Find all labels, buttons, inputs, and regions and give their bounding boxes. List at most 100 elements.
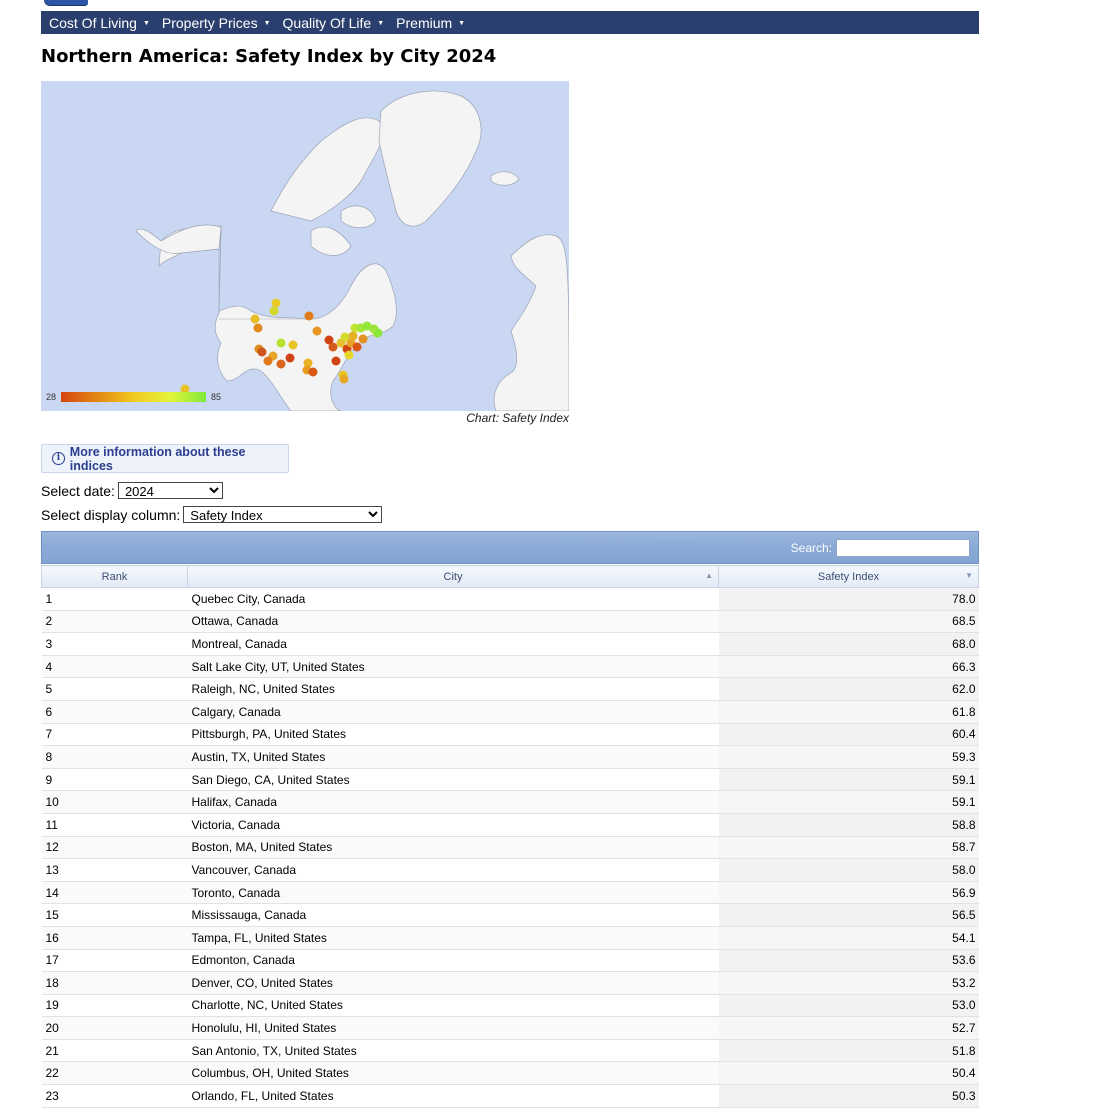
column-select-label: Select display column: xyxy=(41,506,181,523)
table-row: 2 Ottawa, Canada 68.5 xyxy=(41,610,979,634)
iceland-land xyxy=(490,171,520,186)
rank-cell: 9 xyxy=(41,768,188,792)
table-row: 11 Victoria, Canada 58.8 xyxy=(41,813,979,837)
map-legend: 28 85 xyxy=(46,392,221,402)
table-row: 4 Salt Lake City, UT, United States 66.3 xyxy=(41,655,979,679)
page-title: Northern America: Safety Index by City 2… xyxy=(41,46,497,67)
city-cell: Edmonton, Canada xyxy=(187,949,719,973)
city-cell: Boston, MA, United States xyxy=(187,836,719,860)
safety-index-cell: 56.9 xyxy=(718,881,979,905)
caret-down-icon: ▼ xyxy=(377,20,385,27)
cities-table: Rank City ▲ Safety Index ▼ 1 Quebec City, C… xyxy=(41,565,979,1108)
safety-index-cell: 66.3 xyxy=(718,655,979,679)
city-marker xyxy=(271,298,281,308)
nav-quality-of-life[interactable]: Quality Of Life ▼ xyxy=(283,15,385,31)
nav-label: Quality Of Life xyxy=(282,14,372,31)
table-row: 21 San Antonio, TX, United States 51.8 xyxy=(41,1039,979,1063)
date-select-label: Select date: xyxy=(41,482,115,499)
table-row: 18 Denver, CO, United States 53.2 xyxy=(41,971,979,995)
safety-index-cell: 50.3 xyxy=(718,1084,979,1108)
site-logo[interactable] xyxy=(44,0,88,6)
safety-index-cell: 78.0 xyxy=(718,587,979,611)
header-label: Rank xyxy=(101,570,128,583)
safety-index-cell: 59.1 xyxy=(718,768,979,792)
city-marker xyxy=(328,342,338,352)
city-cell: Victoria, Canada xyxy=(187,813,719,837)
nav-label: Premium xyxy=(396,14,453,31)
rank-cell: 18 xyxy=(41,971,188,995)
caret-down-icon: ▼ xyxy=(142,20,150,27)
safety-index-cell: 60.4 xyxy=(718,723,979,747)
table-row: 13 Vancouver, Canada 58.0 xyxy=(41,858,979,882)
safety-index-cell: 58.0 xyxy=(718,858,979,882)
greenland-land xyxy=(378,90,482,227)
city-cell: Honolulu, HI, United States xyxy=(187,1016,719,1040)
table-row: 20 Honolulu, HI, United States 52.7 xyxy=(41,1016,979,1040)
rank-cell: 12 xyxy=(41,836,188,860)
rank-cell: 4 xyxy=(41,655,188,679)
city-cell: Halifax, Canada xyxy=(187,790,719,814)
safety-index-cell: 53.0 xyxy=(718,994,979,1018)
more-info-label: More information about these indices xyxy=(69,444,246,473)
more-info-button[interactable]: i More information about these indices xyxy=(41,444,289,473)
safety-index-cell: 58.7 xyxy=(718,836,979,860)
city-marker xyxy=(348,331,358,341)
rank-cell: 7 xyxy=(41,723,188,747)
header-label: Safety Index xyxy=(817,570,880,583)
city-marker xyxy=(263,356,273,366)
safety-index-cell: 59.3 xyxy=(718,745,979,769)
safety-index-cell: 53.6 xyxy=(718,949,979,973)
table-row: 19 Charlotte, NC, United States 53.0 xyxy=(41,994,979,1018)
safety-index-cell: 52.7 xyxy=(718,1016,979,1040)
safety-index-cell: 53.2 xyxy=(718,971,979,995)
safety-index-map[interactable]: 28 85 xyxy=(41,81,569,411)
column-header-safety-index[interactable]: Safety Index ▼ xyxy=(718,565,979,588)
caret-down-icon: ▼ xyxy=(458,20,466,27)
table-row: 16 Tampa, FL, United States 54.1 xyxy=(41,926,979,950)
city-marker xyxy=(358,334,368,344)
nav-property-prices[interactable]: Property Prices ▼ xyxy=(162,15,271,31)
city-marker xyxy=(344,350,354,360)
column-select[interactable]: Safety Index xyxy=(183,506,383,523)
rank-cell: 10 xyxy=(41,790,188,814)
legend-min-label: 28 xyxy=(46,392,56,402)
column-header-city[interactable]: City ▲ xyxy=(187,565,719,588)
city-cell: Charlotte, NC, United States xyxy=(187,994,719,1018)
nav-premium[interactable]: Premium ▼ xyxy=(396,15,465,31)
city-marker xyxy=(285,353,295,363)
sort-desc-icon: ▼ xyxy=(965,571,973,580)
header-label: City xyxy=(443,570,463,583)
date-select[interactable]: 2024 xyxy=(117,482,223,499)
safety-index-cell: 50.4 xyxy=(718,1061,979,1086)
nav-cost-of-living[interactable]: Cost Of Living ▼ xyxy=(49,15,150,31)
city-marker xyxy=(269,306,279,316)
table-row: 8 Austin, TX, United States 59.3 xyxy=(41,745,979,769)
city-cell: Mississauga, Canada xyxy=(187,903,719,927)
search-input[interactable] xyxy=(836,539,970,557)
table-row: 1 Quebec City, Canada 78.0 xyxy=(41,587,979,611)
safety-index-cell: 61.8 xyxy=(718,700,979,724)
table-row: 15 Mississauga, Canada 56.5 xyxy=(41,903,979,927)
safety-index-cell: 58.8 xyxy=(718,813,979,837)
date-select-row: Select date: 2024 xyxy=(41,482,223,499)
safety-index-cell: 68.5 xyxy=(718,610,979,634)
column-header-rank[interactable]: Rank xyxy=(41,565,188,588)
rank-cell: 20 xyxy=(41,1016,188,1040)
city-cell: Toronto, Canada xyxy=(187,881,719,905)
city-marker xyxy=(304,311,314,321)
rank-cell: 1 xyxy=(41,587,188,611)
rank-cell: 5 xyxy=(41,677,188,701)
city-marker xyxy=(339,374,349,384)
city-cell: Columbus, OH, United States xyxy=(187,1061,719,1086)
safety-index-cell: 62.0 xyxy=(718,677,979,701)
table-row: 3 Montreal, Canada 68.0 xyxy=(41,632,979,656)
rank-cell: 19 xyxy=(41,994,188,1018)
city-marker xyxy=(276,359,286,369)
city-cell: Quebec City, Canada xyxy=(187,587,719,611)
city-cell: Pittsburgh, PA, United States xyxy=(187,723,719,747)
table-toolbar: Search: xyxy=(41,531,979,564)
caret-down-icon: ▼ xyxy=(263,20,271,27)
main-navbar: Cost Of Living ▼ Property Prices ▼ Quality… xyxy=(41,11,979,34)
europe-land xyxy=(493,234,569,411)
nav-label: Property Prices xyxy=(161,14,258,31)
